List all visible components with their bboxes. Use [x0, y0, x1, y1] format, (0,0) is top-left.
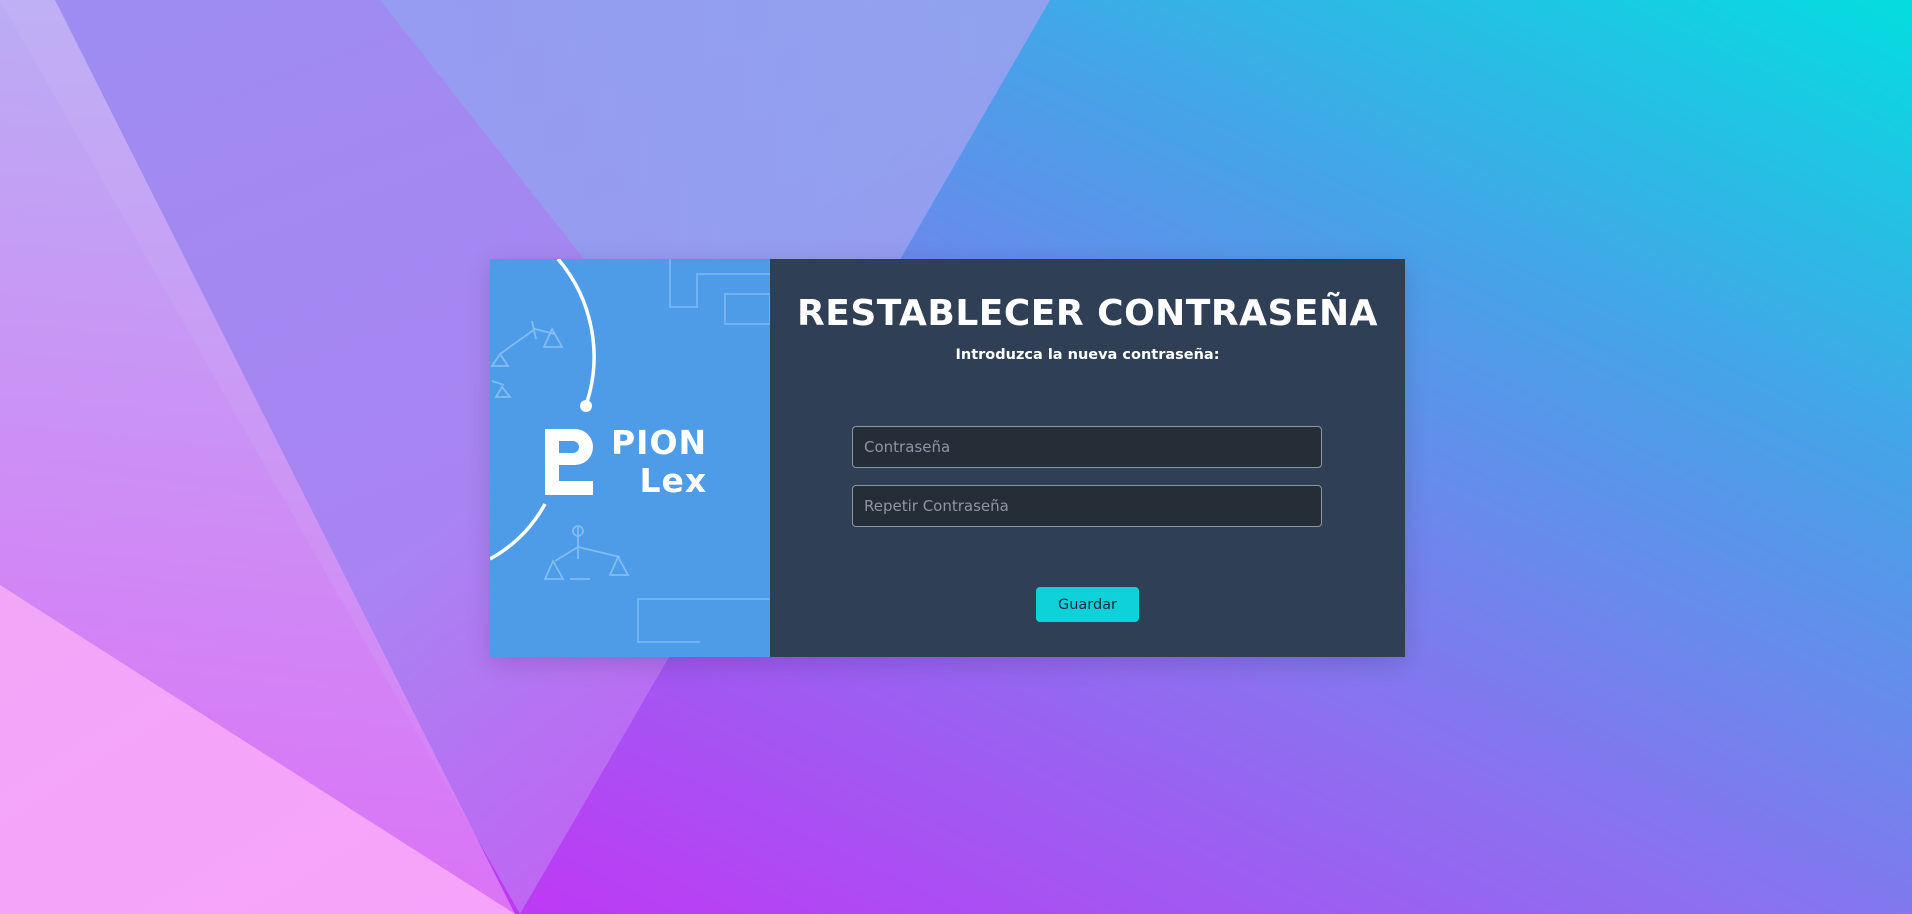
brand-name-line2: Lex — [639, 461, 708, 500]
brand-panel: PION Lex — [490, 259, 770, 657]
save-button[interactable]: Guardar — [1036, 587, 1139, 622]
brand-name: PION Lex — [611, 424, 707, 500]
reset-password-card: PION Lex RESTABLECER CONTRASEÑA Introduz… — [490, 259, 1405, 657]
scales-of-justice-icon — [490, 320, 564, 398]
page-title: RESTABLECER CONTRASEÑA — [797, 293, 1378, 334]
brand-logo: PION Lex — [545, 424, 707, 500]
brand-name-line1: PION — [611, 423, 708, 462]
repeat-password-input[interactable] — [852, 485, 1322, 527]
password-input[interactable] — [852, 426, 1322, 468]
form-instructions: Introduzca la nueva contraseña: — [955, 347, 1220, 363]
scales-of-justice-icon — [543, 525, 630, 580]
form-panel: RESTABLECER CONTRASEÑA Introduzca la nue… — [770, 259, 1405, 657]
pionlex-logo-icon — [545, 429, 593, 495]
